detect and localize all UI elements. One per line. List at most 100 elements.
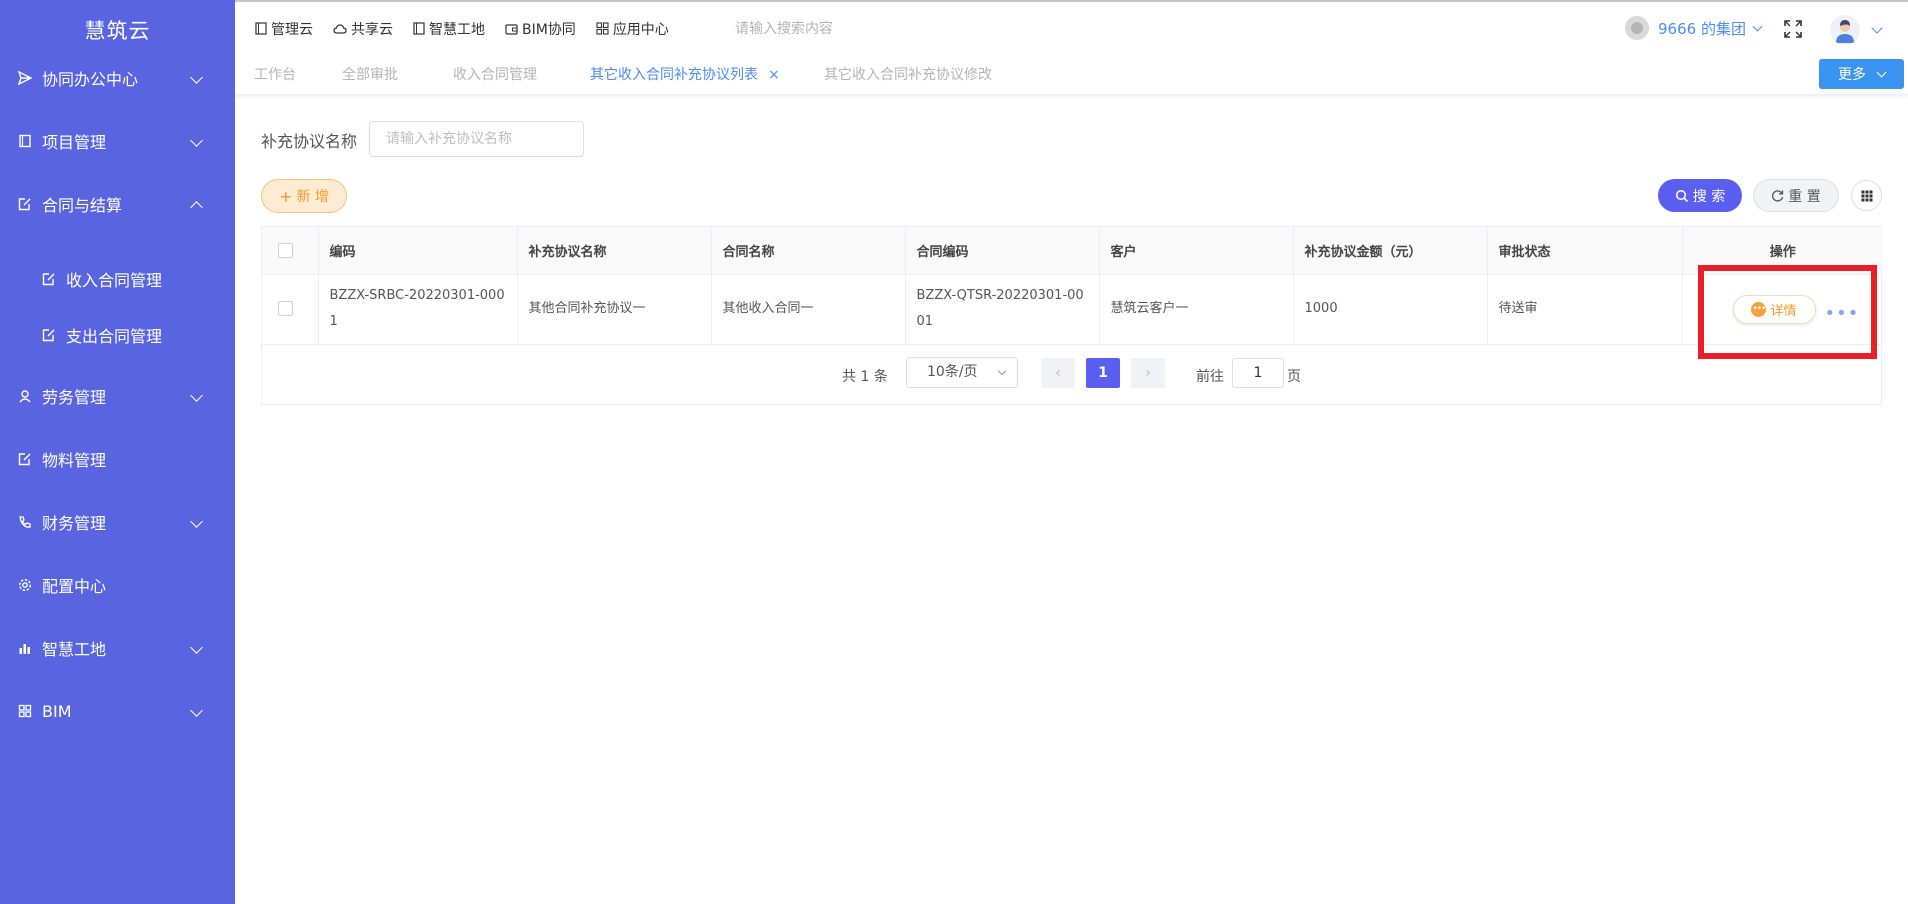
table-row: BZZX-SRBC-20220301-0001 其他合同补充协议一 其他收入合同… bbox=[262, 274, 1883, 345]
sidebar-item-expense-contract[interactable]: 支出合同管理 bbox=[0, 315, 235, 355]
page-size-select[interactable]: 10条/页 bbox=[906, 357, 1018, 388]
chevron-down-icon bbox=[997, 366, 1007, 376]
cell-code: BZZX-SRBC-20220301-0001 bbox=[318, 274, 518, 345]
topnav-item-app-center[interactable]: 应用中心 bbox=[596, 19, 669, 39]
fullscreen-icon[interactable] bbox=[1783, 19, 1803, 39]
tabs-bar: 工作台 全部审批 收入合同管理 其它收入合同补充协议列表 × 其它收入合同补充协议… bbox=[235, 55, 1908, 95]
app-logo: 慧筑云 bbox=[84, 19, 151, 43]
group-name: 9666 的集团 bbox=[1658, 19, 1746, 38]
chevron-down-icon bbox=[190, 704, 203, 717]
chevron-down-icon[interactable] bbox=[1871, 22, 1883, 34]
topnav-item-smart-site[interactable]: 智慧工地 bbox=[413, 19, 485, 39]
detail-label: 详情 bbox=[1770, 303, 1797, 319]
sidebar-item-collab-office[interactable]: 协同办公中心 bbox=[0, 58, 235, 98]
header-code: 编码 bbox=[318, 227, 518, 275]
chevron-up-icon bbox=[190, 201, 203, 214]
page-number-label: 1 bbox=[1098, 365, 1108, 381]
cell-agreement-name: 其他合同补充协议一 bbox=[517, 274, 712, 345]
grid-icon bbox=[1861, 190, 1872, 201]
next-page-button[interactable]: › bbox=[1131, 358, 1165, 388]
plus-icon: + bbox=[279, 186, 293, 206]
chevron-down-icon bbox=[190, 515, 203, 528]
chevron-down-icon bbox=[190, 641, 203, 654]
prev-page-button[interactable]: ‹ bbox=[1041, 358, 1075, 388]
chevron-down-icon bbox=[190, 71, 203, 84]
topnav-item-label: BIM协同 bbox=[522, 21, 576, 38]
chevron-down-icon bbox=[1876, 67, 1887, 77]
sidebar-item-contract[interactable]: 合同与结算 bbox=[0, 184, 235, 224]
cell-actions: ••• 详情 ••• bbox=[1682, 274, 1883, 345]
edit-document-icon bbox=[18, 198, 31, 211]
topnav-item-bim-collab[interactable]: BIM协同 bbox=[505, 19, 576, 39]
add-button[interactable]: + 新 增 bbox=[261, 179, 347, 213]
chevron-right-icon: › bbox=[1145, 365, 1151, 381]
global-search-input[interactable] bbox=[735, 19, 955, 39]
user-icon bbox=[1836, 20, 1854, 43]
sidebar: 慧筑云 协同办公中心 项目管理 合同与结算 收入合同管理 支出合同管理 劳务管理… bbox=[0, 0, 235, 904]
edit-document-icon bbox=[18, 453, 31, 466]
tab-workbench[interactable]: 工作台 bbox=[254, 55, 296, 95]
column-settings-button[interactable] bbox=[1851, 180, 1882, 211]
sidebar-item-finance[interactable]: 财务管理 bbox=[0, 502, 235, 542]
gear-icon bbox=[18, 578, 32, 592]
sidebar-item-project[interactable]: 项目管理 bbox=[0, 121, 235, 161]
sidebar-item-label: 智慧工地 bbox=[42, 640, 107, 659]
tab-income-contract[interactable]: 收入合同管理 bbox=[453, 55, 537, 95]
cell-status: 待送审 bbox=[1487, 274, 1683, 345]
topnav-item-label: 智慧工地 bbox=[429, 21, 485, 38]
goto-page-input[interactable] bbox=[1232, 358, 1284, 388]
group-avatar-icon bbox=[1625, 16, 1649, 40]
sidebar-item-label: 协同办公中心 bbox=[42, 70, 139, 89]
wallet-icon bbox=[505, 23, 518, 35]
more-circle-icon: ••• bbox=[1751, 301, 1767, 317]
header-contract-code: 合同编码 bbox=[905, 227, 1100, 275]
reset-button[interactable]: 重 置 bbox=[1753, 179, 1839, 212]
cell-contract-name: 其他收入合同一 bbox=[711, 274, 906, 345]
topnav-item-share-cloud[interactable]: 共享云 bbox=[333, 19, 393, 39]
sidebar-item-label: 收入合同管理 bbox=[66, 271, 163, 290]
refresh-icon bbox=[1772, 190, 1784, 202]
sidebar-item-material[interactable]: 物料管理 bbox=[0, 439, 235, 479]
page-number-button[interactable]: 1 bbox=[1086, 358, 1120, 388]
topnav-item-management-cloud[interactable]: 管理云 bbox=[255, 19, 313, 39]
tab-label: 收入合同管理 bbox=[453, 67, 537, 83]
chevron-left-icon: ‹ bbox=[1055, 365, 1061, 381]
send-icon bbox=[18, 71, 32, 85]
more-tabs-button[interactable]: 更多 bbox=[1819, 59, 1904, 89]
tab-all-approvals[interactable]: 全部审批 bbox=[342, 55, 398, 95]
detail-button[interactable]: ••• 详情 bbox=[1732, 294, 1816, 324]
user-avatar[interactable] bbox=[1830, 15, 1860, 45]
page-suffix-label: 页 bbox=[1287, 369, 1301, 385]
header-contract-name: 合同名称 bbox=[711, 227, 906, 275]
sidebar-item-bim[interactable]: BIM bbox=[0, 691, 235, 731]
sidebar-item-income-contract[interactable]: 收入合同管理 bbox=[0, 259, 235, 299]
topnav-item-label: 共享云 bbox=[351, 21, 393, 38]
search-button[interactable]: 搜 索 bbox=[1658, 179, 1742, 212]
book-icon bbox=[413, 22, 425, 35]
chevron-down-icon bbox=[190, 134, 203, 147]
row-select-cell bbox=[262, 274, 319, 345]
sidebar-item-label: 配置中心 bbox=[42, 577, 107, 596]
row-checkbox[interactable] bbox=[278, 301, 293, 316]
tab-other-income-supplement-edit[interactable]: 其它收入合同补充协议修改 bbox=[824, 55, 992, 95]
header-status: 审批状态 bbox=[1487, 227, 1683, 275]
book-icon bbox=[19, 134, 31, 148]
header-customer: 客户 bbox=[1099, 227, 1294, 275]
sidebar-item-smart-site[interactable]: 智慧工地 bbox=[0, 628, 235, 668]
sidebar-item-config[interactable]: 配置中心 bbox=[0, 565, 235, 605]
sidebar-item-label: 项目管理 bbox=[42, 133, 107, 152]
close-icon[interactable]: × bbox=[768, 67, 780, 83]
agreement-name-input[interactable] bbox=[369, 121, 584, 157]
search-icon bbox=[1675, 189, 1688, 202]
grid-icon bbox=[596, 22, 609, 35]
book-icon bbox=[255, 22, 267, 35]
grid-icon bbox=[18, 704, 32, 718]
pagination: 共 1 条 10条/页 ‹ 1 › 前往 页 bbox=[261, 346, 1882, 404]
tab-label: 其它收入合同补充协议修改 bbox=[824, 67, 992, 83]
tab-other-income-supplement-list[interactable]: 其它收入合同补充协议列表 × bbox=[590, 55, 780, 95]
sidebar-item-labor[interactable]: 劳务管理 bbox=[0, 376, 235, 416]
select-all-checkbox[interactable] bbox=[278, 242, 293, 258]
group-switcher[interactable]: 9666 的集团 bbox=[1625, 16, 1763, 40]
total-count: 共 1 条 bbox=[842, 369, 888, 385]
more-actions-icon[interactable]: ••• bbox=[1825, 301, 1860, 327]
